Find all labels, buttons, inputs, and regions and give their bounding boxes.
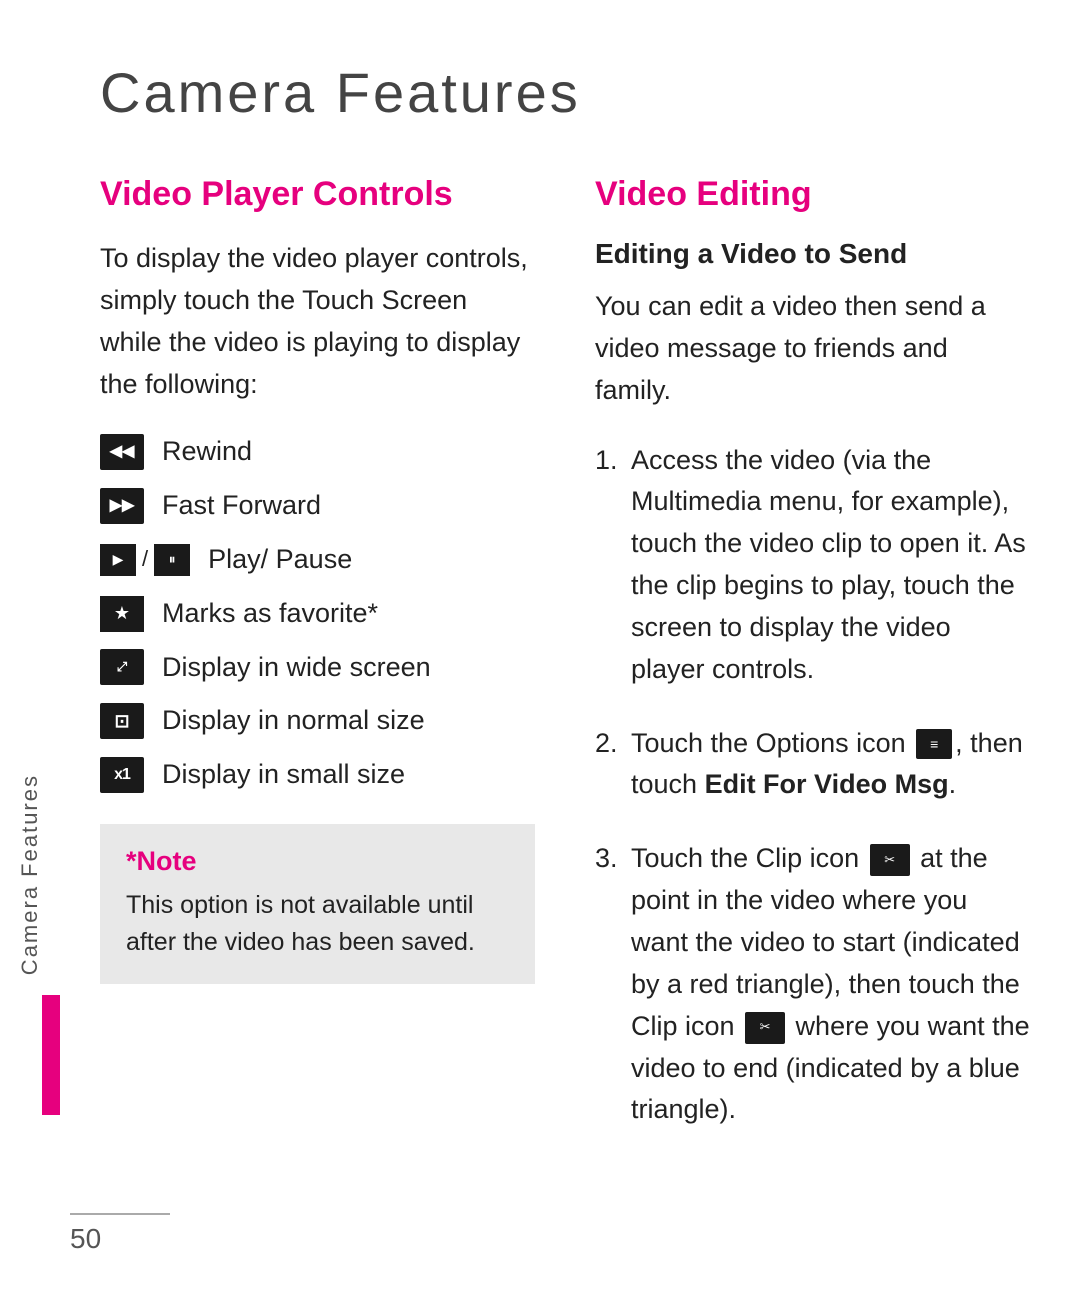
page-container: Camera Features Camera Features Video Pl… <box>0 0 1080 1295</box>
slash-separator: / <box>142 544 148 575</box>
rewind-icon: ◀◀ <box>100 434 144 470</box>
list-item-rewind: ◀◀ Rewind <box>100 433 535 471</box>
columns: Video Player Controls To display the vid… <box>100 175 1030 1235</box>
widescreen-icon: ⤢ <box>100 649 144 685</box>
list-item-step2: 2. Touch the Options icon ≡, then touch … <box>595 723 1030 807</box>
list-item-small: x1 Display in small size <box>100 756 535 794</box>
left-intro-text: To display the video player controls, si… <box>100 238 535 405</box>
list-item-playpause: ▶ / ⏸ Play/ Pause <box>100 541 535 579</box>
page-title: Camera Features <box>100 60 1030 125</box>
note-box: *Note This option is not available until… <box>100 824 535 984</box>
sidebar-label: Camera Features <box>17 774 43 975</box>
left-section-title: Video Player Controls <box>100 175 535 214</box>
icon-list: ◀◀ Rewind ▶▶ Fast Forward ▶ / ⏸ Play/ <box>100 433 535 794</box>
step3-number: 3. <box>595 838 631 1131</box>
clip-icon-1: ✂ <box>870 844 910 876</box>
playpause-label: Play/ Pause <box>208 541 352 579</box>
smallsize-icon: x1 <box>100 757 144 793</box>
subsection-title: Editing a Video to Send <box>595 238 1030 270</box>
step2-number: 2. <box>595 723 631 807</box>
step3-text: Touch the Clip icon ✂ at the point in th… <box>631 838 1030 1131</box>
list-item-wide: ⤢ Display in wide screen <box>100 649 535 687</box>
clip-icon-2: ✂ <box>745 1012 785 1044</box>
step2-text: Touch the Options icon ≡, then touch Edi… <box>631 723 1030 807</box>
step1-text: Access the video (via the Multimedia men… <box>631 440 1030 691</box>
list-item-fastforward: ▶▶ Fast Forward <box>100 487 535 525</box>
normalsize-label: Display in normal size <box>162 702 425 740</box>
normalsize-icon: ⊡ <box>100 703 144 739</box>
list-item-star: ★ Marks as favorite* <box>100 595 535 633</box>
note-text: This option is not available until after… <box>126 887 509 962</box>
list-item-step1: 1. Access the video (via the Multimedia … <box>595 440 1030 691</box>
widescreen-label: Display in wide screen <box>162 649 431 687</box>
fastforward-icon: ▶▶ <box>100 488 144 524</box>
sidebar-accent <box>42 995 60 1115</box>
list-item-normal: ⊡ Display in normal size <box>100 702 535 740</box>
options-icon: ≡ <box>916 729 952 759</box>
step1-number: 1. <box>595 440 631 691</box>
right-section-title: Video Editing <box>595 175 1030 214</box>
play-icon: ▶ <box>100 544 136 576</box>
main-content: Camera Features Video Player Controls To… <box>60 0 1080 1295</box>
pause-icon: ⏸ <box>154 544 190 576</box>
page-number: 50 <box>70 1223 101 1255</box>
page-bottom-line <box>70 1213 170 1215</box>
playpause-icon-pair: ▶ / ⏸ <box>100 544 190 576</box>
right-intro-text: You can edit a video then send a video m… <box>595 286 1030 412</box>
star-icon: ★ <box>100 596 144 632</box>
fastforward-label: Fast Forward <box>162 487 321 525</box>
right-column: Video Editing Editing a Video to Send Yo… <box>595 175 1030 1235</box>
note-title: *Note <box>126 846 509 877</box>
rewind-label: Rewind <box>162 433 252 471</box>
smallsize-label: Display in small size <box>162 756 405 794</box>
numbered-list: 1. Access the video (via the Multimedia … <box>595 440 1030 1132</box>
star-label: Marks as favorite* <box>162 595 378 633</box>
left-column: Video Player Controls To display the vid… <box>100 175 535 1235</box>
list-item-step3: 3. Touch the Clip icon ✂ at the point in… <box>595 838 1030 1131</box>
sidebar: Camera Features <box>0 0 60 1295</box>
